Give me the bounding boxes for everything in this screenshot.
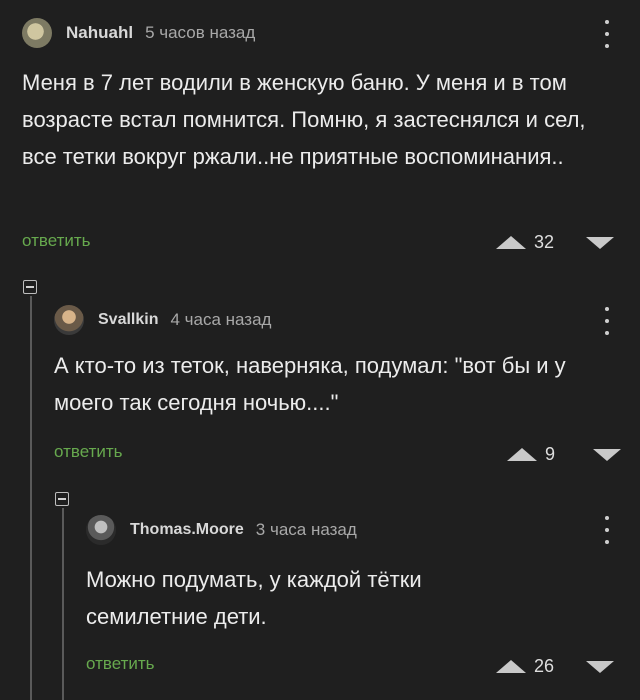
comment-text: Можно подумать, у каждой тётки семилетни… bbox=[86, 567, 422, 629]
score: 32 bbox=[534, 232, 555, 252]
comment-text: Меня в 7 лет водили в женскую баню. У ме… bbox=[22, 70, 586, 169]
timestamp: 3 часа назад bbox=[255, 520, 357, 539]
upvote-icon[interactable] bbox=[496, 236, 526, 249]
downvote-icon[interactable] bbox=[586, 236, 614, 249]
vote-controls: 26 bbox=[496, 656, 614, 677]
collapse-thread-icon[interactable] bbox=[23, 280, 37, 294]
upvote-icon[interactable] bbox=[496, 660, 526, 673]
timestamp: 4 часа назад bbox=[170, 310, 272, 329]
username[interactable]: Svallkin bbox=[98, 311, 158, 329]
reply-link[interactable]: ответить bbox=[86, 654, 155, 674]
comment-text: А кто-то из теток, наверняка, подумал: "… bbox=[54, 353, 566, 415]
reply-link[interactable]: ответить bbox=[22, 231, 91, 251]
username[interactable]: Thomas.Moore bbox=[130, 521, 244, 539]
upvote-icon[interactable] bbox=[507, 448, 537, 461]
thread-line[interactable] bbox=[62, 508, 64, 700]
downvote-icon[interactable] bbox=[586, 660, 614, 673]
thread-line[interactable] bbox=[30, 296, 32, 700]
username[interactable]: Nahuahl bbox=[66, 23, 133, 43]
more-options-icon[interactable] bbox=[604, 307, 610, 335]
avatar[interactable] bbox=[86, 515, 116, 545]
comment-header: Svallkin 4 часа назад bbox=[54, 300, 271, 340]
collapse-thread-icon[interactable] bbox=[55, 492, 69, 506]
comment-header: Thomas.Moore 3 часа назад bbox=[86, 510, 357, 550]
reply-link[interactable]: ответить bbox=[54, 442, 123, 462]
score: 9 bbox=[545, 444, 556, 464]
more-options-icon[interactable] bbox=[604, 516, 610, 544]
avatar[interactable] bbox=[22, 18, 52, 48]
downvote-icon[interactable] bbox=[593, 448, 621, 461]
vote-controls: 9 bbox=[507, 444, 621, 465]
avatar[interactable] bbox=[54, 305, 84, 335]
score: 26 bbox=[534, 656, 555, 676]
more-options-icon[interactable] bbox=[604, 20, 610, 48]
vote-controls: 32 bbox=[496, 232, 614, 253]
comment-header: Nahuahl 5 часов назад bbox=[22, 13, 255, 53]
timestamp: 5 часов назад bbox=[145, 23, 256, 42]
